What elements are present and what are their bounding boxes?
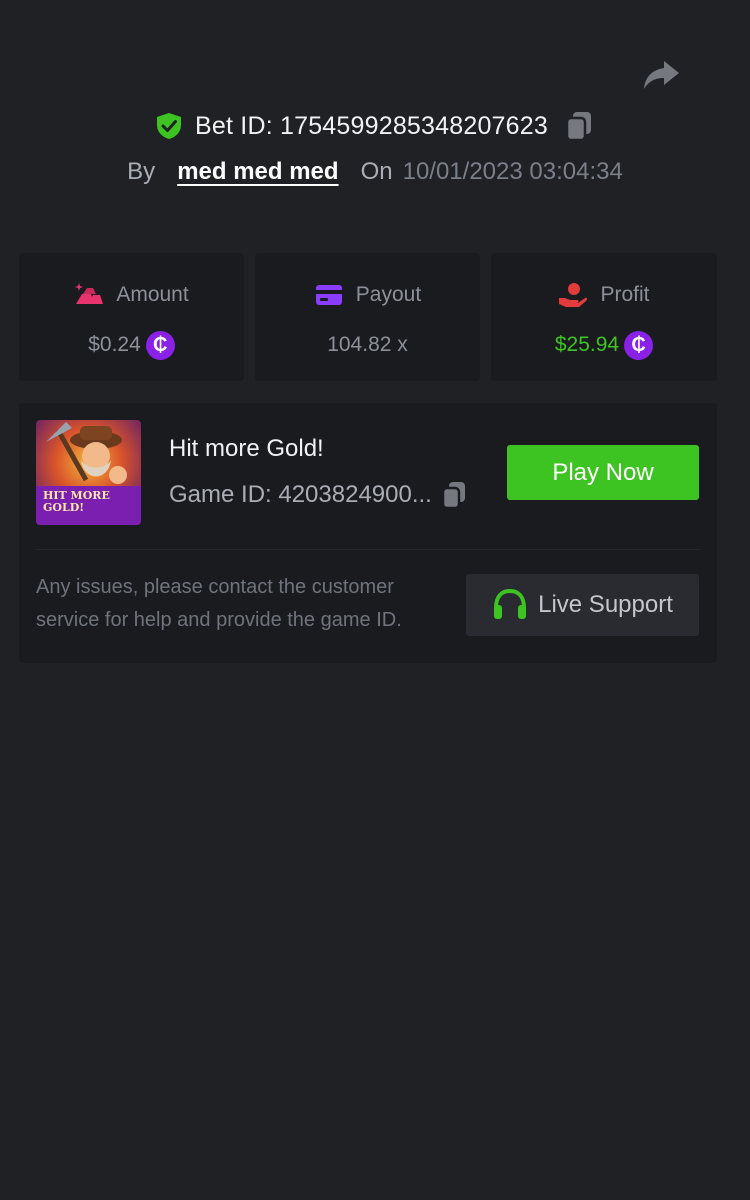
user-name-link[interactable]: med med med xyxy=(177,158,338,186)
support-help-text: Any issues, please contact the customer … xyxy=(36,576,402,631)
coin-icon: ₵ xyxy=(145,330,175,360)
card-icon xyxy=(314,282,344,308)
gold-bars-icon xyxy=(74,282,104,308)
bet-meta-row: By med med med On 10/01/2023 03:04:34 xyxy=(0,152,750,192)
share-arrow-icon xyxy=(642,59,680,91)
hand-coin-icon xyxy=(558,282,588,308)
headset-icon xyxy=(492,588,528,622)
copy-bet-id-icon[interactable] xyxy=(564,110,594,142)
bet-id: Bet ID: 1754599285348207623 xyxy=(195,111,548,140)
play-now-button[interactable]: Play Now xyxy=(507,445,699,500)
payout-label: Payout xyxy=(355,283,422,306)
verified-shield-icon xyxy=(156,112,182,140)
amount-card: Amount $0.24 ₵ xyxy=(19,253,244,381)
copy-game-id-icon[interactable] xyxy=(440,480,468,510)
thumbnail-title: HIT MORE GOLD! xyxy=(43,489,110,514)
bet-id-row: Bet ID: 1754599285348207623 xyxy=(0,106,750,146)
live-support-button[interactable]: Live Support xyxy=(466,574,699,636)
profit-card: Profit $25.94 ₵ xyxy=(491,253,717,381)
profit-label: Profit xyxy=(600,283,650,306)
live-support-label: Live Support xyxy=(538,591,673,618)
amount-label: Amount xyxy=(116,283,189,306)
amount-value: $0.24 xyxy=(88,333,141,356)
game-title: Hit more Gold! xyxy=(169,435,324,462)
game-card: HIT MORE GOLD! Hit more Gold! Game ID: 4… xyxy=(19,403,717,663)
on-label: On xyxy=(360,158,393,185)
share-button[interactable] xyxy=(641,58,681,92)
divider xyxy=(36,549,700,550)
profit-value: $25.94 xyxy=(554,333,620,356)
bet-date: 10/01/2023 03:04:34 xyxy=(402,158,623,185)
game-thumbnail[interactable]: HIT MORE GOLD! xyxy=(36,420,141,525)
payout-value: 104.82 x xyxy=(327,333,408,356)
coin-icon: ₵ xyxy=(624,330,654,360)
payout-card: Payout 104.82 x xyxy=(255,253,480,381)
game-id: Game ID: 4203824900... xyxy=(169,481,432,508)
by-label: By xyxy=(127,158,156,185)
